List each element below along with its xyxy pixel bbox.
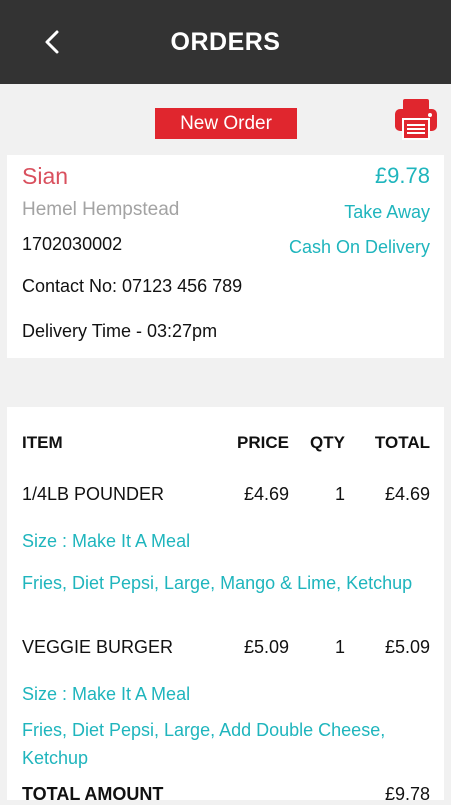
- order-type: Take Away: [344, 202, 430, 222]
- column-header-price: PRICE: [237, 433, 289, 452]
- item-size: Size : Make It A Meal: [22, 531, 191, 551]
- payment-method: Cash On Delivery: [288, 237, 430, 257]
- item-name: 1/4LB POUNDER: [22, 484, 165, 504]
- item-qty: 1: [334, 637, 345, 657]
- item-total: £4.69: [384, 484, 430, 504]
- item-total: £5.09: [384, 637, 430, 657]
- item-size: Size : Make It A Meal: [22, 684, 191, 704]
- order-summary-card: Sian £9.78 Hemel Hempstead Take Away 170…: [7, 155, 444, 358]
- item-extras: Fries, Diet Pepsi, Large, Mango & Lime, …: [22, 573, 413, 593]
- item-extras-line2: Ketchup: [22, 748, 89, 768]
- column-header-qty: QTY: [310, 433, 345, 452]
- customer-name: Sian: [22, 163, 69, 189]
- item-name: VEGGIE BURGER: [22, 637, 174, 657]
- item-qty: 1: [334, 484, 345, 504]
- item-price: £4.69: [243, 484, 289, 504]
- delivery-time: Delivery Time - 03:27pm: [22, 321, 218, 341]
- order-number: 1702030002: [22, 234, 123, 254]
- column-header-item: ITEM: [22, 433, 63, 452]
- new-order-status-button[interactable]: New Order: [155, 108, 297, 139]
- column-header-total: TOTAL: [374, 433, 430, 452]
- order-items-card: ITEM PRICE QTY TOTAL 1/4LB POUNDER £4.69…: [7, 407, 444, 804]
- contact-number: Contact No: 07123 456 789: [22, 276, 243, 296]
- total-amount-label: TOTAL AMOUNT: [22, 784, 164, 804]
- page-title: ORDERS: [170, 27, 281, 56]
- order-amount: £9.78: [374, 163, 430, 188]
- total-amount-value: £9.78: [384, 784, 430, 804]
- item-price: £5.09: [243, 637, 289, 657]
- item-extras-line1: Fries, Diet Pepsi, Large, Add Double Che…: [22, 720, 386, 740]
- print-button[interactable]: [394, 98, 438, 140]
- printer-icon: [395, 99, 437, 140]
- top-bar: ORDERS: [0, 0, 451, 84]
- customer-location: Hemel Hempstead: [22, 199, 180, 220]
